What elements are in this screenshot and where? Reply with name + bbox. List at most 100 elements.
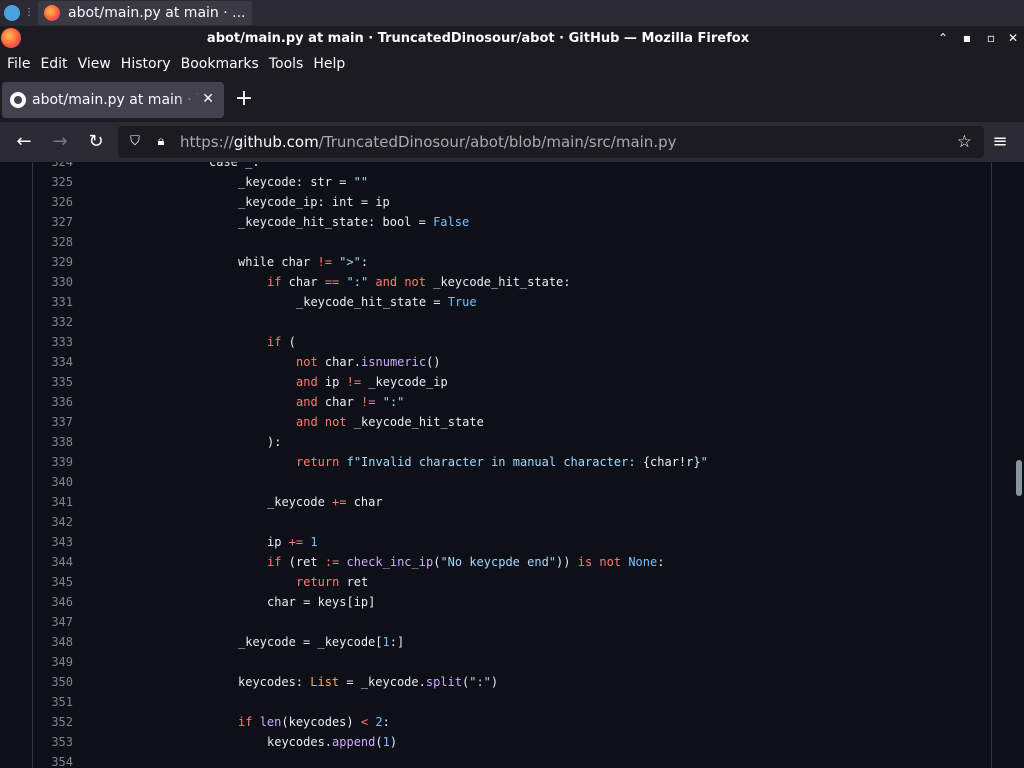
- lock-icon[interactable]: 🔒︎: [152, 133, 170, 151]
- line-number[interactable]: 349: [33, 652, 73, 672]
- url-text[interactable]: https://github.com/TruncatedDinosour/abo…: [180, 133, 676, 151]
- menu-help[interactable]: Help: [308, 52, 350, 76]
- menu-bookmarks[interactable]: Bookmarks: [176, 52, 264, 76]
- menu-view[interactable]: View: [73, 52, 116, 76]
- line-number[interactable]: 334: [33, 352, 73, 372]
- code-text: ):: [267, 432, 281, 452]
- code-token: ret: [339, 575, 369, 589]
- taskbar-firefox-task[interactable]: abot/main.py at main · ...: [38, 1, 252, 25]
- code-token: ": [700, 455, 708, 469]
- menu-file[interactable]: File: [2, 52, 35, 76]
- address-bar[interactable]: ⛉ 🔒︎ https://github.com/TruncatedDinosou…: [118, 126, 984, 158]
- menu-edit[interactable]: Edit: [35, 52, 72, 76]
- code-token: (ret: [281, 555, 325, 569]
- star-icon[interactable]: ☆: [957, 132, 972, 152]
- line-number[interactable]: 354: [33, 752, 73, 768]
- line-number[interactable]: 342: [33, 512, 73, 532]
- code-token: )): [556, 555, 578, 569]
- line-number[interactable]: 326: [33, 192, 73, 212]
- line-number[interactable]: 343: [33, 532, 73, 552]
- code-token: :=: [324, 555, 340, 569]
- code-line: 352 if len(keycodes) < 2:: [33, 712, 991, 732]
- line-number[interactable]: 352: [33, 712, 73, 732]
- line-number[interactable]: 353: [33, 732, 73, 752]
- line-number[interactable]: 325: [33, 172, 73, 192]
- scrollbar-thumb[interactable]: [1016, 460, 1022, 496]
- tab-main-py[interactable]: abot/main.py at main · TruncatedDinosour…: [2, 82, 224, 118]
- code-text: and not _keycode_hit_state: [296, 412, 484, 432]
- minimize-icon[interactable]: ▪: [958, 29, 976, 47]
- code-token: +=: [332, 495, 347, 509]
- chevron-up-icon[interactable]: ⌃: [934, 29, 952, 47]
- firefox-icon: [44, 5, 60, 21]
- line-number[interactable]: 328: [33, 232, 73, 252]
- line-number[interactable]: 332: [33, 312, 73, 332]
- code-token: _keycode_ip: int = ip: [238, 195, 390, 209]
- code-token: ): [490, 675, 499, 689]
- code-line: 332: [33, 312, 991, 332]
- line-number[interactable]: 346: [33, 592, 73, 612]
- url-path: /TruncatedDinosour/abot/blob/main/src/ma…: [318, 133, 677, 151]
- line-number[interactable]: 345: [33, 572, 73, 592]
- code-token: !=: [346, 375, 362, 389]
- line-number[interactable]: 348: [33, 632, 73, 652]
- close-icon[interactable]: ✕: [202, 91, 214, 107]
- code-token: _keycode_hit_state:: [426, 275, 571, 289]
- line-number[interactable]: 329: [33, 252, 73, 272]
- line-number[interactable]: 350: [33, 672, 73, 692]
- menu-tools[interactable]: Tools: [264, 52, 309, 76]
- line-number[interactable]: 330: [33, 272, 73, 292]
- code-token: = _keycode.: [339, 675, 426, 689]
- code-line: 334 not char.isnumeric(): [33, 352, 991, 372]
- line-number[interactable]: 333: [33, 332, 73, 352]
- code-text: if len(keycodes) < 2:: [238, 712, 390, 732]
- code-token: if: [267, 335, 282, 349]
- os-launcher-icon[interactable]: [4, 5, 20, 21]
- back-button[interactable]: ←: [12, 130, 36, 154]
- line-number[interactable]: 335: [33, 372, 73, 392]
- code-line: 338):: [33, 432, 991, 452]
- line-number[interactable]: 340: [33, 472, 73, 492]
- code-token: True: [447, 295, 477, 309]
- menu-history[interactable]: History: [116, 52, 176, 76]
- code-token: if: [267, 555, 282, 569]
- line-number[interactable]: 324: [33, 162, 73, 172]
- line-number[interactable]: 327: [33, 212, 73, 232]
- code-line: 347: [33, 612, 991, 632]
- close-window-icon[interactable]: ✕: [1004, 29, 1022, 47]
- code-text: if (ret := check_inc_ip("No keycpde end"…: [267, 552, 664, 572]
- code-token: "": [353, 175, 369, 189]
- code-token: ":": [469, 675, 491, 689]
- maximize-icon[interactable]: ▫: [982, 29, 1000, 47]
- line-number[interactable]: 337: [33, 412, 73, 432]
- line-number[interactable]: 347: [33, 612, 73, 632]
- code-text: while char != ">":: [238, 252, 368, 272]
- code-text: return f"Invalid character in manual cha…: [296, 452, 708, 472]
- shield-icon[interactable]: ⛉: [126, 133, 144, 151]
- line-number[interactable]: 344: [33, 552, 73, 572]
- code-text: keycodes.append(1): [267, 732, 397, 752]
- new-tab-button[interactable]: +: [234, 88, 254, 112]
- code-token: :: [382, 715, 390, 729]
- code-token: char: [281, 275, 325, 289]
- code-token: _keycode_hit_state =: [296, 295, 448, 309]
- code-line: 340: [33, 472, 991, 492]
- line-number[interactable]: 339: [33, 452, 73, 472]
- line-number[interactable]: 336: [33, 392, 73, 412]
- forward-button[interactable]: →: [48, 130, 72, 154]
- code-token: char = keys[ip]: [267, 595, 376, 609]
- line-number[interactable]: 338: [33, 432, 73, 452]
- line-number[interactable]: 341: [33, 492, 73, 512]
- code-token: _keycode: str =: [238, 175, 354, 189]
- reload-button[interactable]: ↻: [84, 130, 108, 154]
- code-token: ip: [317, 375, 347, 389]
- code-token: keycodes.: [267, 735, 333, 749]
- code-panel: 324 case _: 325 _keycode: str = "" 326 _keyco…: [32, 162, 992, 768]
- taskbar-separator-icon: ⋮: [24, 7, 34, 18]
- open-menu-button[interactable]: ≡: [988, 130, 1012, 154]
- line-number[interactable]: 331: [33, 292, 73, 312]
- line-number[interactable]: 351: [33, 692, 73, 712]
- code-token: len: [259, 715, 282, 729]
